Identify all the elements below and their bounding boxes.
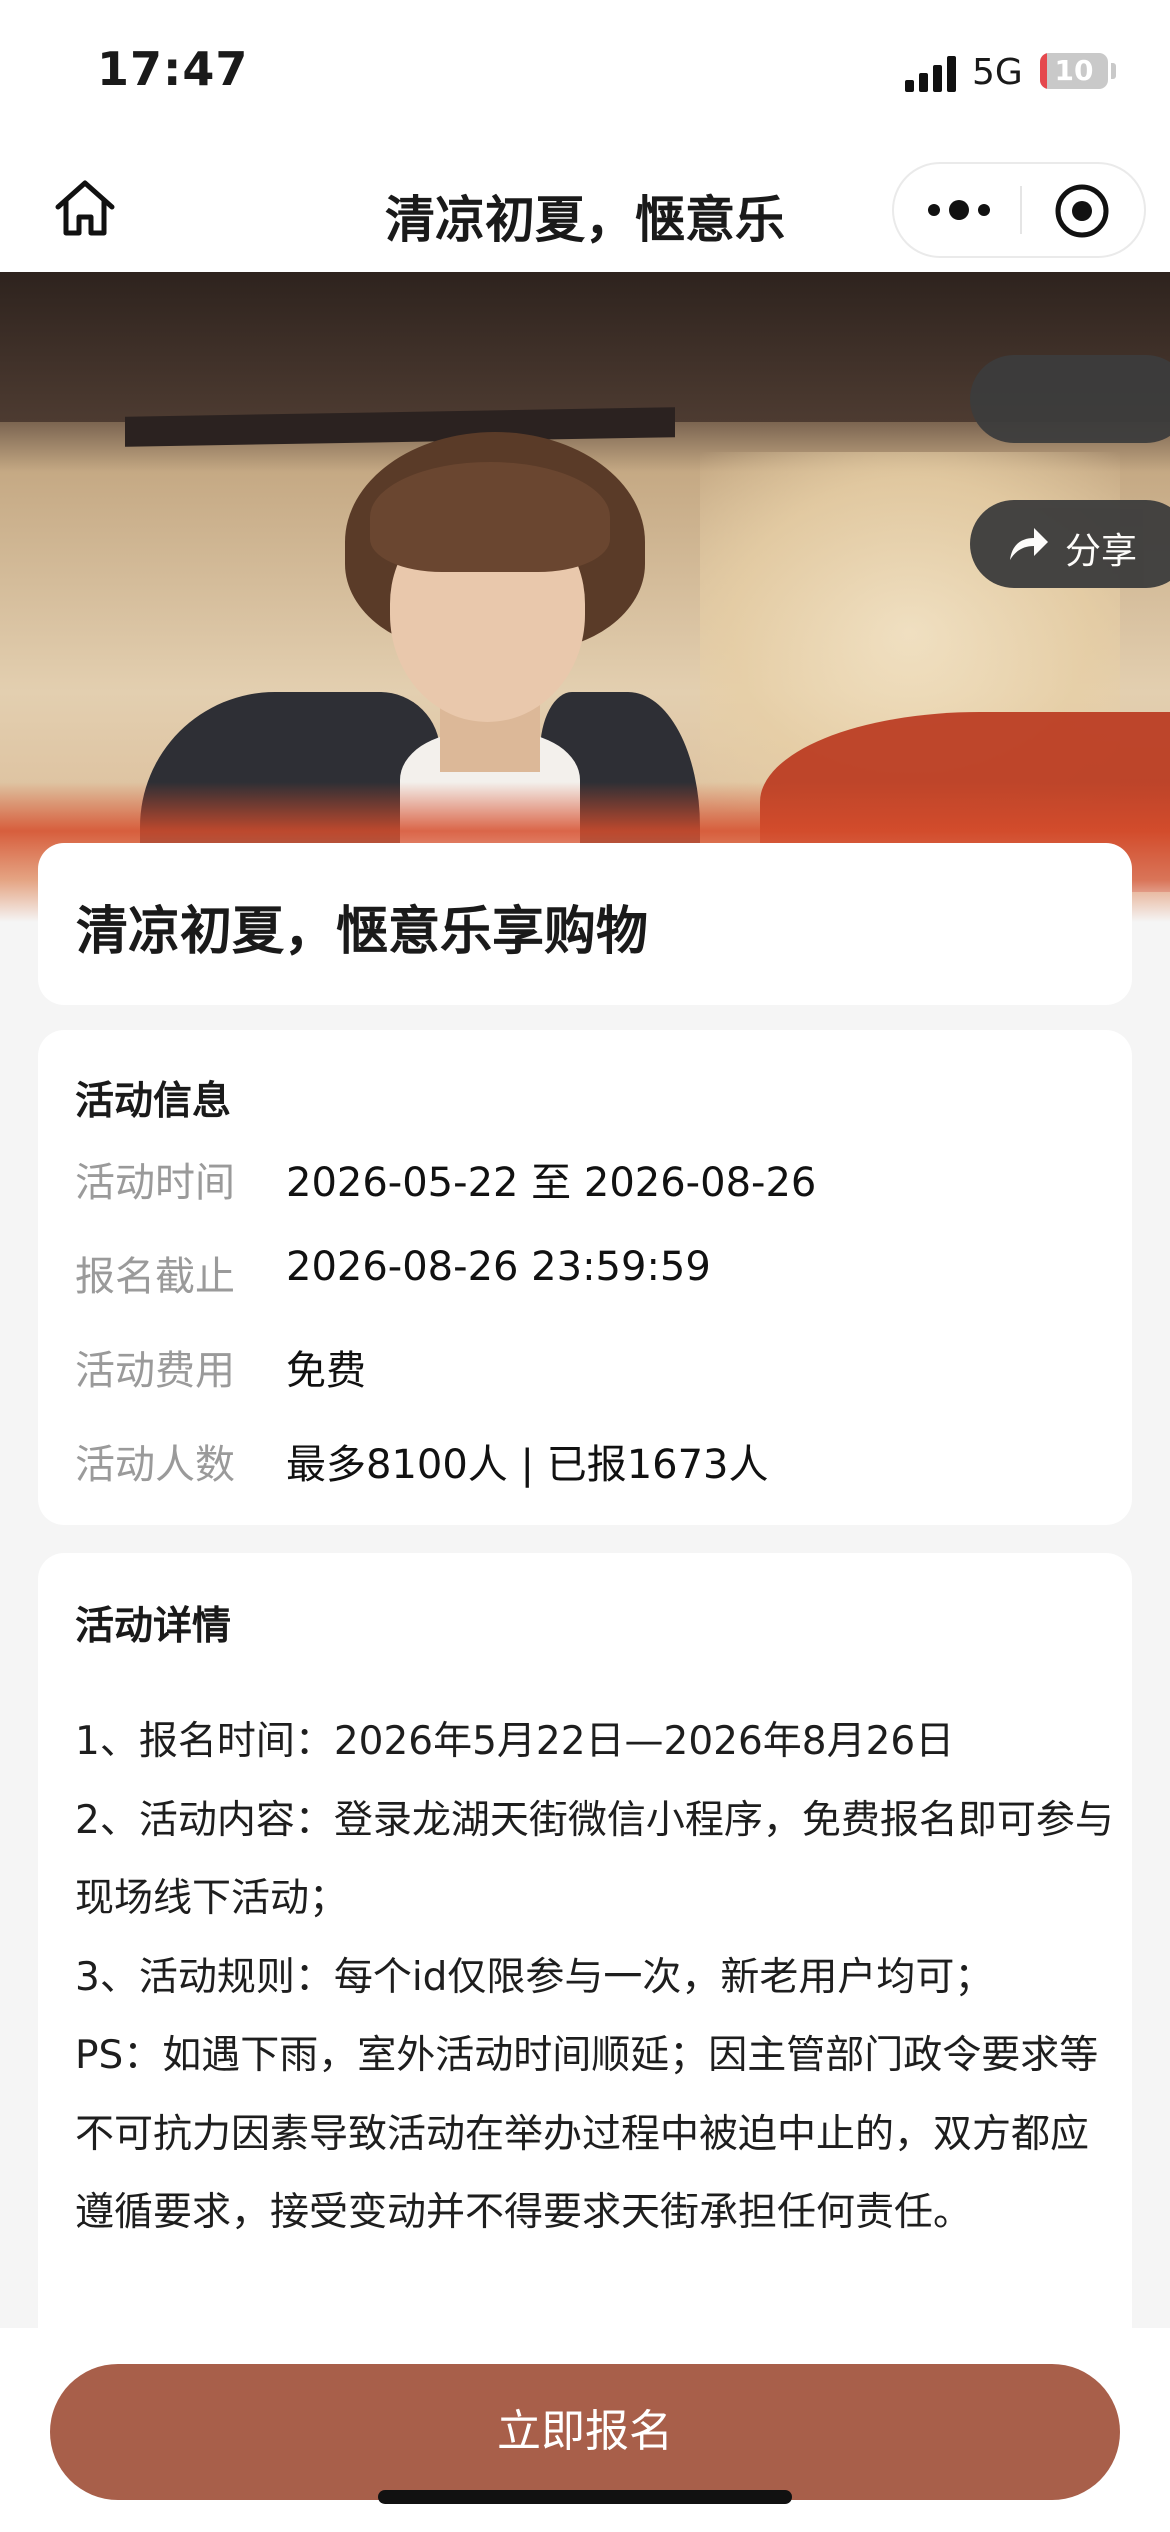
status-time: 17:47 xyxy=(97,42,249,96)
mini-program-capsule xyxy=(892,162,1146,258)
detail-paragraph: 2、活动内容：登录龙湖天街微信小程序，免费报名即可参与现场线下活动； xyxy=(75,1797,1114,1922)
battery-cap xyxy=(1111,63,1116,79)
nav-bar: 清凉初夏，惬意乐 xyxy=(0,150,1170,272)
detail-paragraph: PS：如遇下雨，室外活动时间顺延；因主管部门政令要求等不可抗力因素导致活动在举办… xyxy=(75,2033,1099,2235)
info-section-title: 活动信息 xyxy=(75,1079,232,1124)
signal-icon xyxy=(905,56,956,92)
share-arrow-icon xyxy=(1010,528,1048,560)
info-label: 报名截止 xyxy=(75,1254,235,1300)
details-section-title: 活动详情 xyxy=(75,1604,232,1649)
detail-paragraph: 3、活动规则：每个id仅限参与一次，新老用户均可； xyxy=(75,1954,994,2000)
event-info-card: 活动信息 活动时间 2026-05-22 至 2026-08-26 报名截止 2… xyxy=(38,1030,1132,1525)
info-value: 2026-08-26 23:59:59 xyxy=(286,1244,711,1290)
info-label: 活动时间 xyxy=(75,1160,235,1206)
event-title: 清凉初夏，惬意乐享购物 xyxy=(76,902,649,962)
event-details-card: 活动详情 1、报名时间：2026年5月22日—2026年8月26日 2、活动内容… xyxy=(38,1553,1132,2353)
battery-icon: 10 xyxy=(1040,53,1108,89)
network-type: 5G xyxy=(972,52,1023,93)
target-icon[interactable] xyxy=(1052,181,1112,241)
info-value: 最多8100人 | 已报1673人 xyxy=(286,1442,769,1488)
battery-percent: 10 xyxy=(1054,54,1094,87)
status-bar: 17:47 5G 10 xyxy=(0,0,1170,150)
home-indicator xyxy=(378,2490,792,2504)
capsule-divider xyxy=(1020,186,1022,234)
detail-paragraph: 1、报名时间：2026年5月22日—2026年8月26日 xyxy=(75,1719,955,1764)
signup-button[interactable]: 立即报名 xyxy=(50,2364,1120,2500)
info-label: 活动人数 xyxy=(75,1442,235,1488)
details-text: 1、报名时间：2026年5月22日—2026年8月26日 2、活动内容：登录龙湖… xyxy=(75,1703,1115,2253)
floating-side-button[interactable] xyxy=(970,355,1170,443)
share-button[interactable]: 分享 xyxy=(970,500,1170,588)
share-label: 分享 xyxy=(1065,531,1138,572)
info-value: 2026-05-22 至 2026-08-26 xyxy=(286,1160,817,1206)
info-value: 免费 xyxy=(286,1348,366,1394)
info-label: 活动费用 xyxy=(75,1348,235,1394)
event-title-card: 清凉初夏，惬意乐享购物 xyxy=(38,843,1132,1005)
more-icon[interactable] xyxy=(924,164,994,256)
